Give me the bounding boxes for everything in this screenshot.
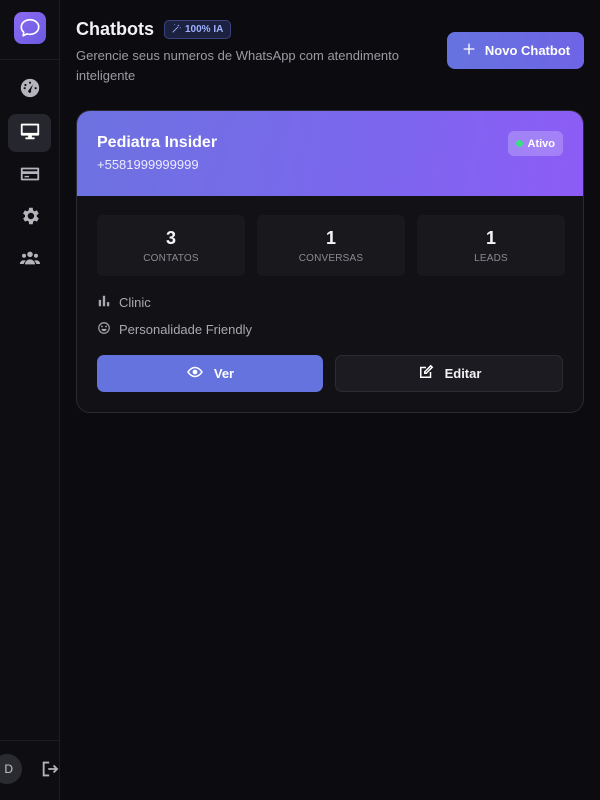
edit-button[interactable]: Editar xyxy=(335,355,563,392)
view-button[interactable]: Ver xyxy=(97,355,323,392)
new-chatbot-label: Novo Chatbot xyxy=(484,43,571,58)
magic-wand-icon xyxy=(171,23,182,37)
stat-value: 1 xyxy=(325,228,336,248)
gauge-icon xyxy=(19,77,41,104)
eye-icon xyxy=(186,363,204,384)
smile-icon xyxy=(97,321,111,338)
page-title: Chatbots xyxy=(76,19,154,39)
stat-conversations: 1 CONVERSAS xyxy=(257,215,405,276)
chatbot-name: Pediatra Insider xyxy=(97,134,218,151)
stat-label: CONTATOS xyxy=(143,253,199,264)
logout-button[interactable] xyxy=(40,758,62,780)
logout-icon xyxy=(40,761,62,784)
stat-contacts: 3 CONTATOS xyxy=(97,215,245,276)
stat-label: CONVERSAS xyxy=(298,253,364,264)
sidebar-item-dashboard[interactable] xyxy=(8,71,51,109)
users-icon xyxy=(19,247,41,274)
edit-label: Editar xyxy=(444,366,482,381)
chatbot-stats: 3 CONTATOS 1 CONVERSAS 1 LEADS xyxy=(97,215,565,276)
stat-leads: 1 LEADS xyxy=(417,215,565,276)
sidebar-item-billing[interactable] xyxy=(8,157,51,195)
sidebar: D xyxy=(0,0,60,800)
status-badge: Ativo xyxy=(507,131,563,156)
credit-card-icon xyxy=(19,163,41,190)
sidebar-item-settings[interactable] xyxy=(8,199,51,237)
bar-chart-icon xyxy=(97,294,111,311)
sidebar-divider xyxy=(0,59,59,60)
new-chatbot-button[interactable]: Novo Chatbot xyxy=(447,32,584,69)
chatbot-phone: +5581999999999 xyxy=(97,157,199,172)
status-label: Ativo xyxy=(527,137,556,150)
personality-label: Personalidade Friendly xyxy=(119,322,252,337)
ia-badge-label: 100% IA xyxy=(185,24,224,35)
stat-value: 3 xyxy=(165,228,176,248)
page-subtitle: Gerencie seus numeros de WhatsApp com at… xyxy=(76,48,400,83)
category-label: Clinic xyxy=(119,295,151,310)
stat-value: 1 xyxy=(485,228,496,248)
stat-label: LEADS xyxy=(474,253,508,264)
sidebar-item-chatbots[interactable] xyxy=(8,114,51,152)
personality-row: Personalidade Friendly xyxy=(97,321,252,338)
status-dot-icon xyxy=(515,140,523,147)
sidebar-divider-bottom xyxy=(0,740,59,741)
monitor-icon xyxy=(19,120,41,147)
sidebar-item-team[interactable] xyxy=(8,241,51,279)
chat-bubble-logo-icon[interactable] xyxy=(14,12,46,44)
ia-badge: 100% IA xyxy=(164,20,232,39)
view-label: Ver xyxy=(213,366,235,381)
avatar-initial: D xyxy=(4,762,13,776)
chatbot-card: Pediatra Insider +5581999999999 Ativo 3 … xyxy=(76,110,584,413)
edit-icon xyxy=(417,363,435,384)
chatbot-card-header: Pediatra Insider +5581999999999 Ativo xyxy=(77,111,583,196)
gear-icon xyxy=(19,205,41,232)
plus-icon xyxy=(461,41,477,60)
avatar[interactable]: D xyxy=(0,754,22,784)
category-row: Clinic xyxy=(97,294,151,311)
